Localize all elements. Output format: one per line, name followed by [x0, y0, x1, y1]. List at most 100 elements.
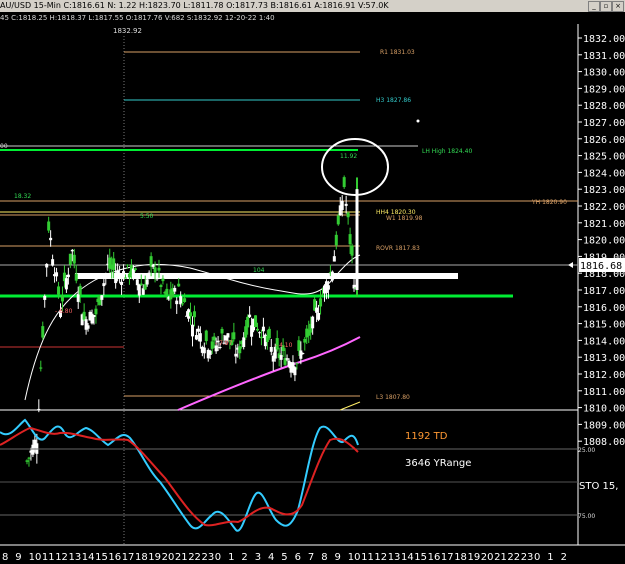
time-tick-label: 14: [401, 552, 414, 563]
candle-body: [246, 316, 250, 328]
time-tick-label: 23: [521, 552, 534, 563]
candlesticks: [25, 175, 359, 467]
candle-body: [43, 295, 47, 300]
price-tick-label: 1831.00: [583, 51, 625, 62]
time-tick-label: 1: [228, 552, 234, 563]
price-tick-label: 1811.00: [583, 387, 625, 398]
time-tick-label: 18: [135, 552, 148, 563]
time-tick-label: 6: [295, 552, 301, 563]
time-tick-label: 1: [547, 552, 553, 563]
candle-body: [147, 272, 151, 274]
low-2-label: - 7.97: [215, 340, 233, 347]
candle-body: [177, 283, 181, 287]
candle-body: [157, 267, 161, 271]
price-tick-label: 1817.00: [583, 286, 625, 297]
last-price-label: 1816.68: [580, 261, 622, 272]
osc-75-label: 75.00: [578, 513, 595, 520]
time-tick-label: 7: [308, 552, 314, 563]
candle-body: [135, 279, 139, 286]
last-price-arrow-icon: [568, 262, 573, 268]
candle-body: [189, 312, 193, 317]
candle-body: [226, 333, 230, 338]
price-tick-label: 1823.00: [583, 185, 625, 196]
price-tick-label: 1824.00: [583, 168, 625, 179]
candle-body: [151, 264, 155, 267]
candle-body: [175, 300, 179, 305]
candle-body: [124, 277, 128, 279]
candle-body: [255, 328, 259, 331]
stochastic-k-line: [0, 418, 359, 532]
candle-body: [198, 333, 202, 342]
time-tick-label: 14: [82, 552, 95, 563]
candle-body: [285, 358, 289, 360]
price-tick-label: 1829.00: [583, 84, 625, 95]
time-tick-label: 21: [175, 552, 188, 563]
candle-body: [340, 200, 344, 210]
candle-body: [242, 337, 246, 348]
price-tick-label: 1828.00: [583, 101, 625, 112]
price-tick-label: 1812.00: [583, 370, 625, 381]
candle-body: [244, 326, 248, 338]
candle-body: [248, 314, 252, 318]
candle-body: [145, 279, 149, 285]
candle-body: [76, 293, 80, 302]
time-axis-labels: 8 9 10 11 12 13 14 15 16 17 18 19 20 21 22 23 0 1 2 3 4 5 6 7 8 9…: [2, 552, 567, 563]
candle-body: [143, 284, 147, 290]
time-tick-label: 3: [255, 552, 261, 563]
candle-body: [346, 212, 350, 218]
time-tick-label: 0: [215, 552, 221, 563]
candle-body: [92, 315, 96, 318]
candle-body: [334, 234, 338, 246]
candle-body: [321, 294, 325, 296]
candle-body: [326, 285, 330, 290]
candle-body: [194, 335, 198, 340]
peak-right-label: 11.92: [340, 153, 357, 160]
candle-body: [190, 324, 194, 337]
candle-body: [204, 330, 208, 342]
highlight-circle: [321, 138, 389, 196]
candle-body: [196, 328, 200, 332]
time-tick-label: 16: [108, 552, 121, 563]
candle-body: [317, 313, 321, 320]
candle-body: [153, 267, 157, 273]
candle-body: [257, 332, 261, 334]
candle-body: [125, 264, 129, 266]
candle-body: [342, 177, 346, 188]
time-tick-label: 20: [162, 552, 175, 563]
price-tick-label: 1810.00: [583, 404, 625, 415]
candle-body: [161, 278, 165, 282]
price-tick-label: 1826.00: [583, 135, 625, 146]
candle-body: [159, 285, 163, 288]
l3-label: L3 1807.80: [376, 394, 410, 401]
candle-body: [311, 316, 315, 329]
h3-label: H3 1827.86: [376, 97, 411, 104]
price-tick-label: 1815.00: [583, 320, 625, 331]
price-tick-label: 1821.00: [583, 219, 625, 230]
price-chart[interactable]: 1832.92 1832.001831.001830.001829.001828…: [0, 0, 625, 564]
candle-body: [269, 346, 273, 352]
candle-body: [210, 341, 214, 349]
candle-body: [70, 249, 74, 252]
candle-body: [315, 307, 319, 313]
time-tick-label: 13: [388, 552, 401, 563]
time-tick-label: 8: [2, 552, 8, 563]
candle-body: [330, 271, 334, 281]
time-tick-label: 16: [428, 552, 441, 563]
candle-body: [173, 287, 177, 292]
price-tick-label: 1832.00: [583, 34, 625, 45]
candle-body: [220, 328, 224, 334]
time-tick-label: 22: [188, 552, 201, 563]
time-tick-label: 17: [441, 552, 454, 563]
candle-body: [297, 340, 301, 351]
td-label: 1192 TD: [405, 431, 448, 442]
price-tick-label: 1814.00: [583, 336, 625, 347]
candle-body: [25, 460, 29, 462]
candle-body: [332, 256, 336, 262]
candle-body: [181, 303, 185, 305]
sto-label: STO 15,: [579, 481, 618, 492]
r1-label: R1 1831.03: [380, 49, 415, 56]
candle-body: [133, 268, 137, 270]
time-tick-label: 0: [534, 552, 540, 563]
candle-body: [49, 237, 53, 241]
candle-body: [41, 326, 45, 338]
